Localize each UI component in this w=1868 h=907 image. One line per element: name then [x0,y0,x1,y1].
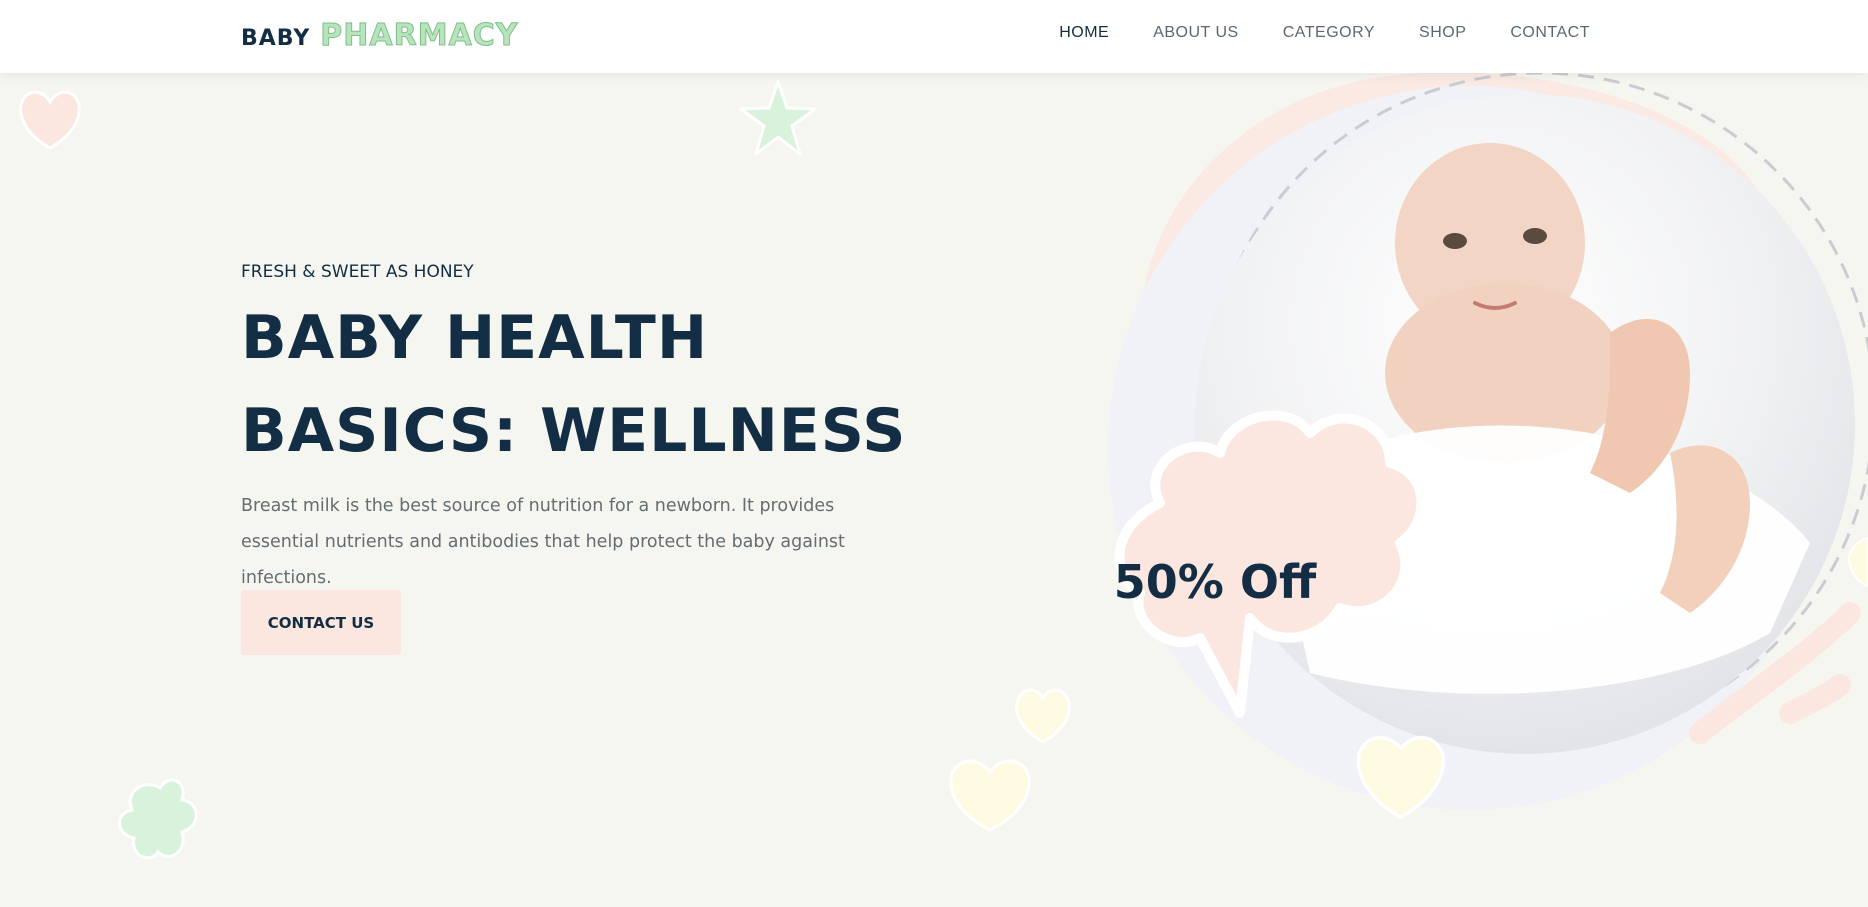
main-nav: HOME ABOUT US CATEGORY SHOP CONTACT [1059,24,1590,42]
star-shape-decoration [739,80,817,156]
site-header: BABY PHARMACY HOME ABOUT US CATEGORY SHO… [0,0,1868,73]
site-logo[interactable]: BABY PHARMACY [241,18,519,54]
butterfly-shape-decoration [118,778,198,860]
heart-shape-decoration-large [949,759,1031,832]
hero-image-composition [1108,73,1868,820]
logo-word-baby: BABY [241,26,311,51]
nav-about-us[interactable]: ABOUT US [1153,24,1239,42]
hero-eyebrow: FRESH & SWEET AS HONEY [241,262,474,282]
nav-home[interactable]: HOME [1059,24,1109,42]
headline-line-2: BASICS: WELLNESS [241,396,907,466]
nav-contact[interactable]: CONTACT [1510,24,1590,42]
nav-category[interactable]: CATEGORY [1283,24,1375,42]
contact-us-button[interactable]: CONTACT US [241,590,401,655]
hero-headline: BABY HEALTH BASICS: WELLNESS [241,292,961,478]
logo-word-pharmacy: PHARMACY [320,18,519,54]
heart-shape-decoration-top-left [19,90,81,150]
nav-shop[interactable]: SHOP [1419,24,1466,42]
hero-description: Breast milk is the best source of nutrit… [241,496,845,588]
offer-badge: 50% Off [1113,555,1317,609]
headline-line-1: BABY HEALTH [241,303,709,373]
